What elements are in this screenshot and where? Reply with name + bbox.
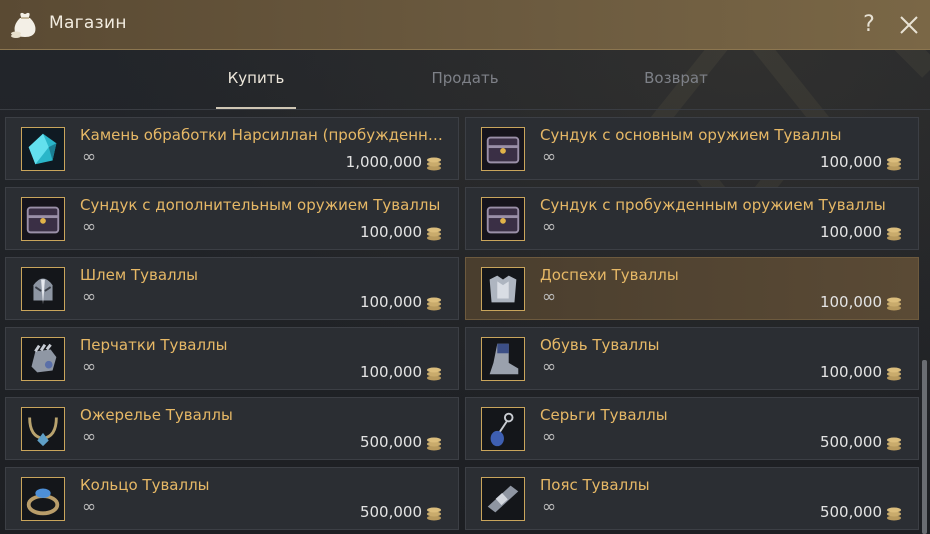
window-title: Магазин <box>49 13 127 33</box>
gloves-icon <box>21 337 65 381</box>
silver-coin-icon <box>427 367 441 381</box>
item-price: 100,000 <box>359 293 422 311</box>
item-quantity: ∞ <box>82 147 97 167</box>
help-button[interactable]: ? <box>857 12 881 38</box>
item-price: 100,000 <box>819 293 882 311</box>
shop-item[interactable]: Ожерелье Туваллы ∞ 500,000 <box>5 397 459 460</box>
item-quantity: ∞ <box>542 287 557 307</box>
armor-icon <box>481 267 525 311</box>
item-price: 500,000 <box>359 503 422 521</box>
active-tab-indicator <box>216 107 296 109</box>
shop-item[interactable]: Перчатки Туваллы ∞ 100,000 <box>5 327 459 390</box>
item-name: Шлем Туваллы <box>80 266 199 284</box>
item-quantity: ∞ <box>82 357 97 377</box>
item-quantity: ∞ <box>82 287 97 307</box>
shop-item[interactable]: Пояс Туваллы ∞ 500,000 <box>465 467 919 530</box>
silver-coin-icon <box>427 507 441 521</box>
chest-icon <box>21 197 65 241</box>
item-name: Камень обработки Нарсиллан (пробужденное… <box>80 126 450 144</box>
shop-window: Магазин ? Купить Продать Возврат Камень … <box>0 0 930 534</box>
silver-coin-icon <box>427 297 441 311</box>
helmet-icon <box>21 267 65 311</box>
item-name: Обувь Туваллы <box>540 336 660 354</box>
item-name: Сундук с пробужденным оружием Туваллы <box>540 196 886 214</box>
item-price: 100,000 <box>359 363 422 381</box>
item-name: Пояс Туваллы <box>540 476 650 494</box>
item-list-scrollbar[interactable] <box>922 360 927 534</box>
item-price: 100,000 <box>819 363 882 381</box>
silver-coin-icon <box>887 157 901 171</box>
item-name: Перчатки Туваллы <box>80 336 228 354</box>
silver-coin-icon <box>427 227 441 241</box>
shop-item[interactable]: Шлем Туваллы ∞ 100,000 <box>5 257 459 320</box>
item-quantity: ∞ <box>542 147 557 167</box>
tab-sell[interactable]: Продать <box>415 69 515 91</box>
chest-icon <box>481 197 525 241</box>
necklace-icon <box>21 407 65 451</box>
tab-buy[interactable]: Купить <box>206 69 306 91</box>
item-name: Сундук с основным оружием Туваллы <box>540 126 842 144</box>
silver-coin-icon <box>887 227 901 241</box>
close-icon[interactable] <box>896 12 922 38</box>
item-quantity: ∞ <box>82 427 97 447</box>
item-name: Ожерелье Туваллы <box>80 406 233 424</box>
item-name: Серьги Туваллы <box>540 406 668 424</box>
shop-item[interactable]: Обувь Туваллы ∞ 100,000 <box>465 327 919 390</box>
item-price: 100,000 <box>819 223 882 241</box>
item-price: 500,000 <box>819 433 882 451</box>
item-price: 500,000 <box>819 503 882 521</box>
item-quantity: ∞ <box>542 357 557 377</box>
belt-icon <box>481 477 525 521</box>
tab-bar: Купить Продать Возврат <box>0 50 930 110</box>
item-quantity: ∞ <box>542 497 557 517</box>
shop-item[interactable]: Камень обработки Нарсиллан (пробужденное… <box>5 117 459 180</box>
silver-coin-icon <box>887 507 901 521</box>
silver-coin-icon <box>887 297 901 311</box>
item-name: Доспехи Туваллы <box>540 266 679 284</box>
item-quantity: ∞ <box>82 217 97 237</box>
earring-icon <box>481 407 525 451</box>
chest-icon <box>481 127 525 171</box>
silver-coin-icon <box>427 157 441 171</box>
shop-item[interactable]: Серьги Туваллы ∞ 500,000 <box>465 397 919 460</box>
item-price: 500,000 <box>359 433 422 451</box>
ring-icon <box>21 477 65 521</box>
gem-icon <box>21 127 65 171</box>
item-price: 100,000 <box>819 153 882 171</box>
shop-item[interactable]: Кольцо Туваллы ∞ 500,000 <box>5 467 459 530</box>
money-bag-icon <box>11 12 36 38</box>
title-bar[interactable]: Магазин ? <box>0 0 930 50</box>
item-name: Сундук с дополнительным оружием Туваллы <box>80 196 441 214</box>
silver-coin-icon <box>887 367 901 381</box>
item-quantity: ∞ <box>542 217 557 237</box>
silver-coin-icon <box>887 437 901 451</box>
shop-item[interactable]: Сундук с основным оружием Туваллы ∞ 100,… <box>465 117 919 180</box>
item-price: 100,000 <box>359 223 422 241</box>
item-quantity: ∞ <box>542 427 557 447</box>
shop-item[interactable]: Сундук с дополнительным оружием Туваллы … <box>5 187 459 250</box>
shop-item[interactable]: Сундук с пробужденным оружием Туваллы ∞ … <box>465 187 919 250</box>
tab-return[interactable]: Возврат <box>626 69 726 91</box>
item-name: Кольцо Туваллы <box>80 476 210 494</box>
silver-coin-icon <box>427 437 441 451</box>
shop-item-selected[interactable]: Доспехи Туваллы ∞ 100,000 <box>465 257 919 320</box>
item-quantity: ∞ <box>82 497 97 517</box>
item-price: 1,000,000 <box>345 153 422 171</box>
boots-icon <box>481 337 525 381</box>
